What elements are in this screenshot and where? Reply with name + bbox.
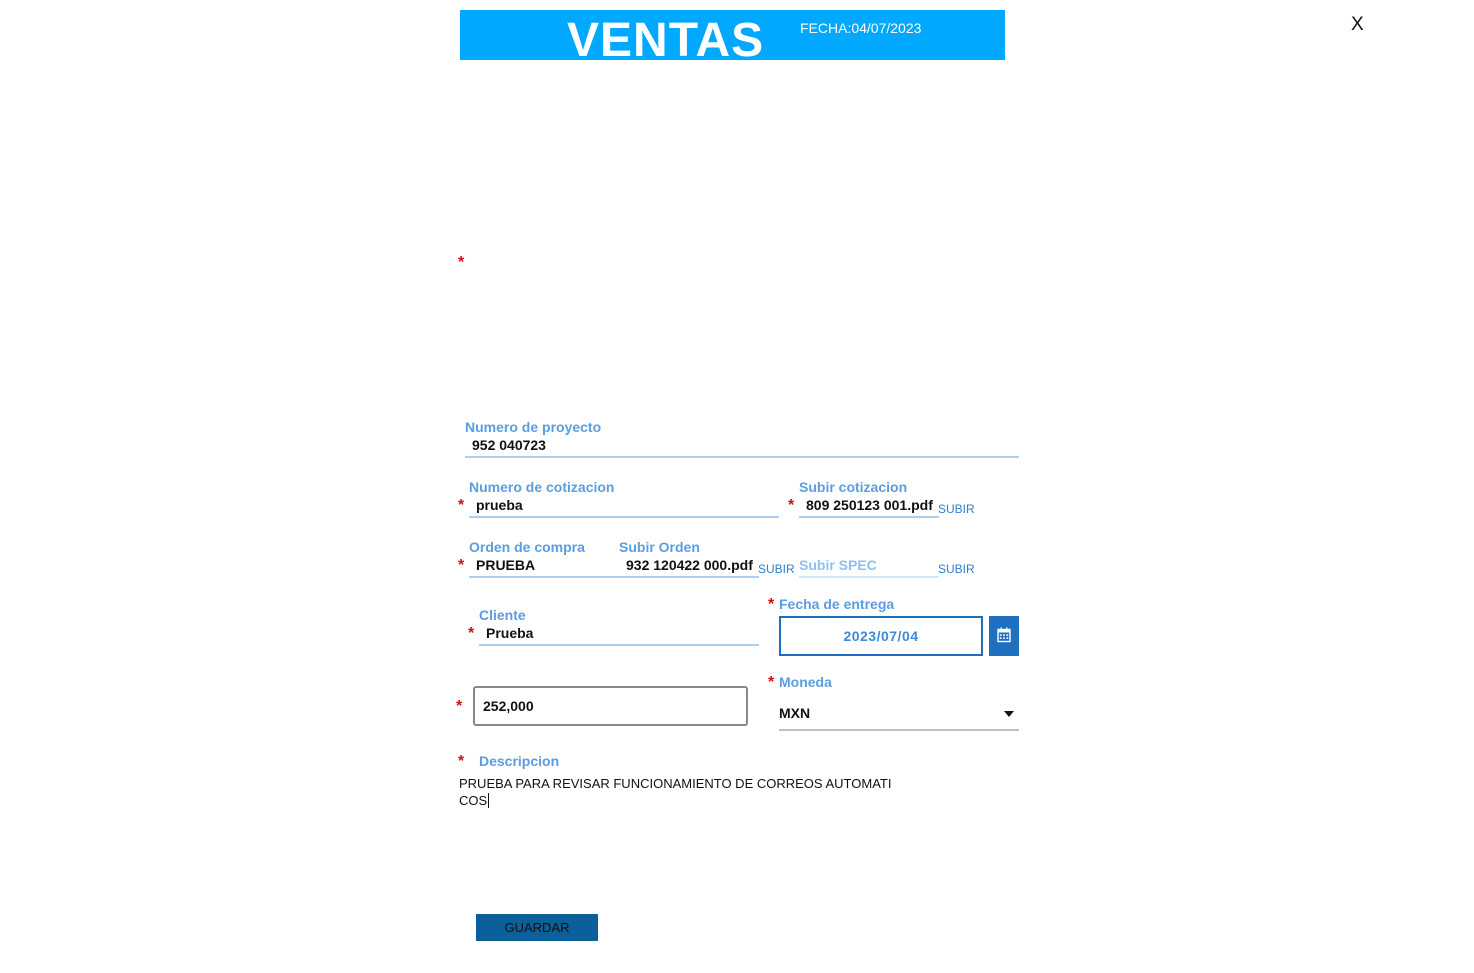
fecha-value: 04/07/2023 [851, 20, 922, 36]
required-mark: * [458, 254, 465, 271]
cliente-underline [479, 644, 759, 646]
moneda-underline [779, 729, 1019, 731]
descripcion-label: Descripcion [479, 753, 560, 769]
subir-orden-button[interactable]: SUBIR [758, 562, 795, 576]
fecha-label: FECHA: [800, 20, 852, 36]
page-title: VENTAS [567, 14, 765, 60]
descripcion-textarea[interactable]: PRUEBA PARA REVISAR FUNCIONAMIENTO DE CO… [459, 775, 909, 809]
cliente-label: Cliente [479, 607, 526, 623]
proyecto-input[interactable]: 952 040723 [472, 437, 546, 453]
required-mark: * [768, 674, 775, 691]
cotizacion-input[interactable]: prueba [476, 497, 523, 513]
monto-input[interactable]: 252,000 [473, 686, 748, 726]
cotizacion-file-underline [799, 516, 939, 518]
orden-file-name: 932 120422 000.pdf [626, 557, 753, 573]
moneda-select[interactable]: MXN [779, 700, 1019, 729]
caret-down-icon [1004, 711, 1014, 717]
proyecto-underline [465, 456, 1019, 458]
subir-spec-label: Subir SPEC [799, 557, 877, 573]
fecha-entrega-input[interactable]: 2023/07/04 [779, 616, 983, 656]
required-mark: * [788, 497, 795, 514]
moneda-value: MXN [779, 705, 811, 721]
fecha-entrega-value: 2023/07/04 [843, 628, 919, 644]
monto-value: 252,000 [483, 698, 534, 714]
subir-orden-label: Subir Orden [619, 539, 700, 555]
descripcion-line-2: COS [459, 793, 488, 808]
required-mark: * [468, 625, 475, 642]
header-bar: VENTAS FECHA:04/07/2023 [460, 10, 1005, 60]
calendar-icon [997, 627, 1011, 643]
required-mark: * [458, 557, 465, 574]
subir-cotizacion-button[interactable]: SUBIR [938, 502, 975, 516]
cotizacion-label: Numero de cotizacion [469, 479, 615, 495]
orden-label: Orden de compra [469, 539, 585, 555]
fecha-entrega-label: Fecha de entrega [779, 596, 895, 612]
required-mark: * [458, 497, 465, 514]
descripcion-line-1: PRUEBA PARA REVISAR FUNCIONAMIENTO DE CO… [459, 776, 892, 791]
cotizacion-underline [469, 516, 779, 518]
header-date: FECHA:04/07/2023 [800, 20, 921, 36]
text-caret [488, 793, 490, 808]
close-button[interactable]: X [1351, 14, 1364, 36]
spec-file-underline [799, 576, 939, 578]
cotizacion-file-name: 809 250123 001.pdf [806, 497, 933, 513]
proyecto-label: Numero de proyecto [465, 419, 602, 435]
subir-cotizacion-label: Subir cotizacion [799, 479, 908, 495]
orden-underline [469, 576, 759, 578]
moneda-label: Moneda [779, 674, 832, 690]
calendar-button[interactable] [989, 616, 1019, 656]
required-mark: * [458, 753, 465, 770]
subir-spec-button[interactable]: SUBIR [938, 562, 975, 576]
required-mark: * [768, 596, 775, 613]
cliente-input[interactable]: Prueba [486, 625, 533, 641]
required-mark: * [456, 698, 463, 715]
guardar-button[interactable]: GUARDAR [476, 914, 598, 941]
orden-input[interactable]: PRUEBA [476, 557, 535, 573]
